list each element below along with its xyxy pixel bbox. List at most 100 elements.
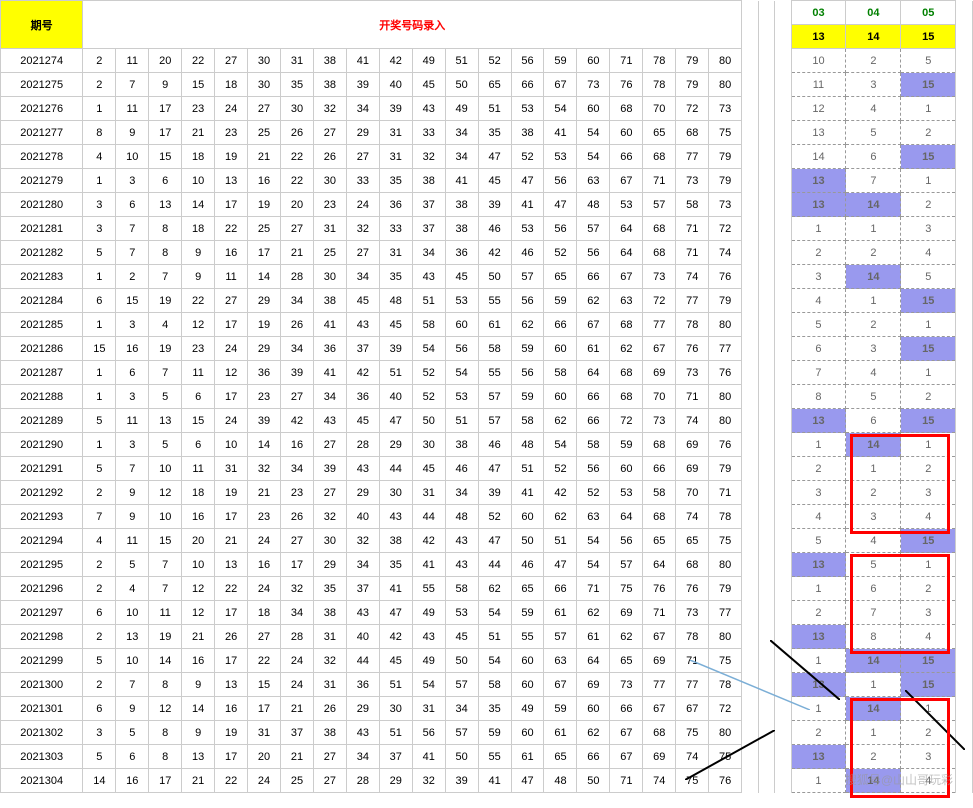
gap-cell (956, 217, 973, 241)
gap-cell (956, 577, 973, 601)
num-cell: 38 (313, 289, 346, 313)
stat-cell: 13 (791, 553, 846, 577)
stat-cell: 13 (791, 625, 846, 649)
stat-cell: 1 (791, 649, 846, 673)
num-cell: 12 (149, 697, 182, 721)
num-cell: 58 (445, 577, 478, 601)
num-cell: 33 (379, 217, 412, 241)
num-cell: 60 (511, 505, 544, 529)
period-cell: 2021277 (1, 121, 83, 145)
num-cell: 52 (478, 49, 511, 73)
num-cell: 55 (478, 745, 511, 769)
num-cell: 30 (280, 97, 313, 121)
stat-cell: 7 (846, 169, 901, 193)
num-cell: 76 (676, 337, 709, 361)
gap-cell (742, 457, 758, 481)
gap-cell (758, 457, 774, 481)
num-cell: 53 (445, 289, 478, 313)
num-cell: 5 (83, 457, 116, 481)
num-cell: 3 (83, 193, 116, 217)
num-cell: 60 (511, 673, 544, 697)
num-cell: 9 (182, 241, 215, 265)
stat-cell: 2 (846, 49, 901, 73)
num-cell: 32 (313, 505, 346, 529)
period-cell: 2021281 (1, 217, 83, 241)
num-cell: 39 (379, 97, 412, 121)
gap-cell (758, 721, 774, 745)
num-cell: 20 (280, 193, 313, 217)
gap-cell (742, 577, 758, 601)
num-cell: 19 (149, 625, 182, 649)
num-cell: 9 (116, 505, 149, 529)
num-cell: 59 (544, 697, 577, 721)
num-cell: 67 (577, 313, 610, 337)
gap-3 (775, 1, 791, 49)
table-row: 2021285134121719264143455860616266676877… (1, 313, 973, 337)
period-cell: 2021279 (1, 169, 83, 193)
stat-cell: 15 (901, 73, 956, 97)
table-row: 2021291571011313234394344454647515256606… (1, 457, 973, 481)
num-cell: 56 (412, 721, 445, 745)
stat-cell: 2 (846, 241, 901, 265)
num-cell: 67 (544, 673, 577, 697)
gap-cell (742, 649, 758, 673)
num-cell: 50 (577, 769, 610, 793)
num-cell: 54 (445, 361, 478, 385)
num-cell: 53 (445, 601, 478, 625)
period-header: 期号 (1, 1, 83, 49)
num-cell: 30 (313, 265, 346, 289)
num-cell: 6 (182, 385, 215, 409)
num-cell: 41 (511, 481, 544, 505)
stat-cell: 3 (901, 601, 956, 625)
gap-cell (742, 337, 758, 361)
num-cell: 34 (280, 337, 313, 361)
num-cell: 42 (280, 409, 313, 433)
num-cell: 23 (313, 193, 346, 217)
num-cell: 67 (643, 625, 676, 649)
num-cell: 74 (676, 409, 709, 433)
num-cell: 54 (577, 145, 610, 169)
num-cell: 58 (511, 409, 544, 433)
num-cell: 68 (676, 121, 709, 145)
table-row: 2021297610111217183438434749535459616269… (1, 601, 973, 625)
num-cell: 67 (610, 265, 643, 289)
gap-cell (742, 673, 758, 697)
num-cell: 5 (116, 553, 149, 577)
num-cell: 8 (149, 673, 182, 697)
num-cell: 77 (709, 337, 742, 361)
num-cell: 68 (610, 97, 643, 121)
num-cell: 80 (709, 553, 742, 577)
num-cell: 66 (511, 73, 544, 97)
stat-cell: 3 (846, 337, 901, 361)
num-cell: 27 (313, 433, 346, 457)
num-cell: 41 (379, 577, 412, 601)
num-cell: 66 (544, 313, 577, 337)
table-row: 2021299510141617222432444549505460636465… (1, 649, 973, 673)
stat-cell: 13 (791, 673, 846, 697)
num-cell: 26 (313, 145, 346, 169)
num-cell: 37 (412, 217, 445, 241)
table-row: 2021289511131524394243454750515758626672… (1, 409, 973, 433)
num-cell: 6 (116, 193, 149, 217)
stat-cell: 15 (901, 145, 956, 169)
num-cell: 54 (577, 529, 610, 553)
num-cell: 65 (544, 265, 577, 289)
num-cell: 24 (346, 193, 379, 217)
num-cell: 38 (445, 193, 478, 217)
num-cell: 21 (280, 745, 313, 769)
num-cell: 79 (676, 49, 709, 73)
num-cell: 77 (643, 673, 676, 697)
num-cell: 40 (346, 505, 379, 529)
gap-cell (956, 313, 973, 337)
num-cell: 52 (511, 145, 544, 169)
gap-cell (758, 649, 774, 673)
num-cell: 1 (83, 385, 116, 409)
num-cell: 71 (610, 769, 643, 793)
gap-cell (758, 289, 774, 313)
stat-cell: 11 (791, 73, 846, 97)
num-cell: 64 (610, 505, 643, 529)
stat-cell: 2 (791, 241, 846, 265)
num-cell: 22 (182, 49, 215, 73)
num-cell: 8 (149, 217, 182, 241)
gap-cell (742, 121, 758, 145)
